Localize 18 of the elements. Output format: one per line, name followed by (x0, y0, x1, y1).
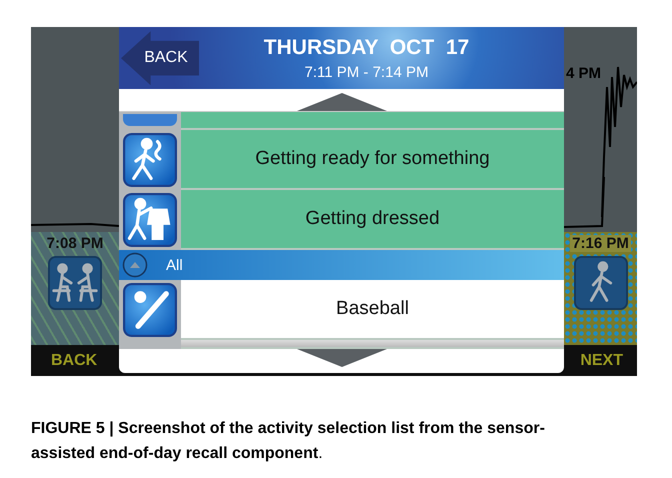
time-label: 7:16 PM (570, 235, 631, 252)
baseball-bat-icon[interactable] (123, 283, 177, 338)
figure-with-shirt-icon[interactable] (123, 193, 177, 248)
time-range: 7:11 PM - 7:14 PM (304, 64, 428, 81)
dialog-title: THURSDAY OCT 17 (264, 36, 470, 60)
running-figure-icon[interactable] (123, 133, 177, 188)
walking-figure-icon[interactable] (574, 256, 628, 310)
activity-item[interactable]: Getting ready for something (181, 130, 564, 190)
category-header[interactable]: All (119, 250, 564, 280)
caret-icon[interactable] (122, 252, 148, 278)
time-label: 7:08 PM (46, 235, 104, 252)
back-button[interactable]: BACK (121, 31, 199, 86)
two-seated-figures-icon[interactable] (48, 256, 102, 310)
activity-item[interactable]: Getting dressed (181, 190, 564, 250)
next-button[interactable]: NEXT (580, 352, 623, 370)
category-label: All (166, 256, 183, 274)
figure-caption: FIGURE 5 | Screenshot of the activity selection list from the sensor-assisted end-of-day recall component. (31, 419, 546, 464)
back-button[interactable]: BACK (51, 352, 98, 370)
